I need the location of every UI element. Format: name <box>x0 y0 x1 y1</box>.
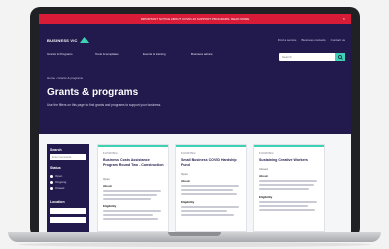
text-line <box>181 193 237 195</box>
text-line <box>259 201 317 203</box>
search-input[interactable]: Search <box>279 53 345 61</box>
card-section-heading: About <box>259 174 268 178</box>
main-nav: Grants & Programs Tools & templates Even… <box>47 52 221 56</box>
program-card[interactable]: FUNDING Sustaining Creative Workers Clos… <box>253 144 325 232</box>
text-line <box>103 218 158 220</box>
text-line <box>259 205 308 207</box>
filter-status-ongoing[interactable]: Ongoing <box>50 180 66 184</box>
text-line <box>181 206 239 208</box>
text-line <box>181 210 227 212</box>
text-line <box>103 198 151 200</box>
filter-sidebar: Search Enter keywords Status Open Ongoin… <box>47 144 89 232</box>
nav-item-tools[interactable]: Tools & templates <box>95 52 125 56</box>
card-status: Open <box>103 177 110 181</box>
text-line <box>103 210 161 212</box>
card-title[interactable]: Sustaining Creative Workers <box>259 158 321 163</box>
alert-banner: IMPORTANT NOTICE ABOUT COVID-19 SUPPORT … <box>39 14 351 24</box>
text-line <box>259 209 315 211</box>
site-header: BUSINESS VIC Find a service Business con… <box>39 24 351 87</box>
util-link-business-contacts[interactable]: Business contacts <box>301 38 325 42</box>
filter-search-label: Search <box>50 148 62 152</box>
card-section-heading: Eligibility <box>259 195 273 199</box>
card-accent <box>254 145 324 147</box>
filter-location-label: Location <box>50 200 65 204</box>
card-section-heading: Eligibility <box>181 200 195 204</box>
logo-text: BUSINESS VIC <box>47 37 78 43</box>
radio-icon <box>50 186 53 190</box>
close-icon[interactable]: × <box>343 16 345 21</box>
filter-status-label: Status <box>50 166 61 170</box>
filter-option-label: Open <box>55 174 63 178</box>
text-line <box>181 214 234 216</box>
text-line <box>181 189 233 191</box>
page-title: Grants & programs <box>47 87 139 98</box>
site-logo[interactable]: BUSINESS VIC <box>47 37 89 43</box>
card-section-heading: Eligibility <box>103 204 117 208</box>
program-card[interactable]: FUNDING Business Costs Assistance Progra… <box>97 144 169 232</box>
text-line <box>259 180 317 182</box>
text-line <box>103 190 161 192</box>
radio-icon <box>50 174 53 178</box>
util-link-find-service[interactable]: Find a service <box>278 38 297 42</box>
card-status: Open <box>181 172 188 176</box>
text-line <box>259 184 314 186</box>
filter-option-label: Ongoing <box>55 180 67 184</box>
logo-mark-icon <box>79 37 89 43</box>
nav-item-grants[interactable]: Grants & Programs <box>47 52 77 56</box>
search-icon <box>337 54 343 60</box>
card-title[interactable]: Small Business COVID Hardship Fund <box>181 158 243 167</box>
page-intro: Use the filters on this page to find gra… <box>47 103 162 107</box>
filter-search-input[interactable]: Enter keywords <box>50 154 86 160</box>
browser-screen: IMPORTANT NOTICE ABOUT COVID-19 SUPPORT … <box>39 14 351 232</box>
utility-nav: Find a service Business contacts Contact… <box>278 38 345 42</box>
card-status: Closed <box>259 167 268 171</box>
nav-item-advice[interactable]: Business advice <box>191 52 221 56</box>
main-content: Search Enter keywords Status Open Ongoin… <box>39 134 351 232</box>
program-card[interactable]: FUNDING Small Business COVID Hardship Fu… <box>175 144 247 232</box>
text-line <box>103 194 157 196</box>
nav-item-events[interactable]: Events & training <box>143 52 173 56</box>
filter-option-label: Closed <box>55 186 65 190</box>
page-hero: Grants & programs Use the filters on thi… <box>39 87 351 134</box>
card-title[interactable]: Business Costs Assistance Program Round … <box>103 158 165 167</box>
radio-icon <box>50 180 53 184</box>
search-button[interactable] <box>335 53 345 61</box>
filter-location-select-2[interactable] <box>50 217 86 223</box>
laptop-shadow <box>18 242 371 247</box>
card-tag: FUNDING <box>103 151 118 155</box>
util-link-contact-us[interactable]: Contact us <box>331 38 345 42</box>
card-accent <box>176 145 246 147</box>
breadcrumb[interactable]: Home › Grants & programs <box>47 76 83 80</box>
filter-search-placeholder: Enter keywords <box>52 155 72 159</box>
card-tag: FUNDING <box>181 151 196 155</box>
filter-status-open[interactable]: Open <box>50 174 62 178</box>
card-accent <box>98 145 168 147</box>
filter-status-closed[interactable]: Closed <box>50 186 64 190</box>
laptop-notch <box>168 232 221 236</box>
text-line <box>181 185 239 187</box>
filter-location-select[interactable] <box>50 208 86 214</box>
text-line <box>259 188 309 190</box>
card-section-heading: About <box>181 179 190 183</box>
alert-text[interactable]: IMPORTANT NOTICE ABOUT COVID-19 SUPPORT … <box>141 17 250 21</box>
search-placeholder: Search <box>282 55 292 59</box>
text-line <box>103 214 153 216</box>
card-tag: FUNDING <box>259 151 274 155</box>
card-section-heading: About <box>103 184 112 188</box>
